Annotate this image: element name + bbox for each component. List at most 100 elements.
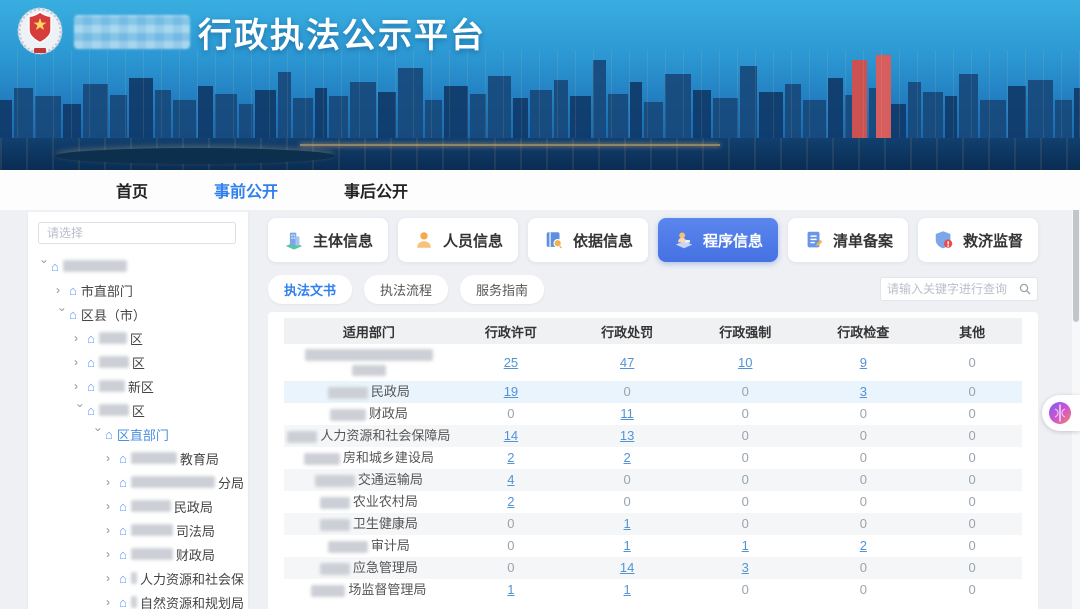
- count-cell[interactable]: 2: [454, 447, 568, 469]
- count-cell: 0: [454, 513, 568, 535]
- tree-item-bureau[interactable]: › ⌂ 民政局: [38, 494, 244, 518]
- home-icon: ⌂: [119, 476, 127, 489]
- table-row: 审计局 0 1 1 2 0: [284, 535, 1022, 557]
- department-cell: 场监督管理局: [284, 579, 454, 601]
- tree-item-city-root[interactable]: › ⌂: [38, 254, 244, 278]
- nav-home[interactable]: 首页: [112, 169, 152, 211]
- chevron-down-icon[interactable]: ›: [75, 404, 87, 417]
- column-header: 行政处罚: [568, 318, 686, 344]
- scrollbar-thumb[interactable]: [1073, 210, 1079, 322]
- count-cell[interactable]: 14: [568, 557, 686, 579]
- count-cell[interactable]: 2: [568, 447, 686, 469]
- table-row: 场监督管理局 1 1 0 0 0: [284, 579, 1022, 601]
- chevron-right-icon[interactable]: ›: [106, 500, 119, 512]
- chevron-right-icon[interactable]: ›: [74, 332, 87, 344]
- tree-item-district-departments[interactable]: › ⌂ 区直部门: [38, 422, 244, 446]
- tree-item-bureau[interactable]: › ⌂ 分局: [38, 470, 244, 494]
- tab-personnel-info[interactable]: 人员信息: [398, 218, 518, 262]
- chevron-right-icon[interactable]: ›: [56, 284, 69, 296]
- nav-post-disclosure[interactable]: 事后公开: [340, 169, 412, 211]
- chevron-down-icon[interactable]: ›: [57, 308, 69, 321]
- chevron-right-icon[interactable]: ›: [106, 452, 119, 464]
- redacted-text: [131, 548, 173, 560]
- chevron-right-icon[interactable]: ›: [106, 572, 119, 584]
- department-cell: 财政局: [284, 403, 454, 425]
- count-cell: 0: [804, 513, 922, 535]
- tab-relief-supervision[interactable]: 救济监督: [918, 218, 1038, 262]
- count-cell[interactable]: 1: [454, 579, 568, 601]
- column-header: 行政许可: [454, 318, 568, 344]
- tree-item-bureau[interactable]: › ⌂ 财政局: [38, 542, 244, 566]
- redacted-text: [63, 260, 127, 272]
- count-cell[interactable]: 1: [568, 513, 686, 535]
- tree-item-bureau[interactable]: › ⌂ 司法局: [38, 518, 244, 542]
- tree-item-districts[interactable]: › ⌂ 区县（市）: [38, 302, 244, 326]
- count-cell: 0: [454, 535, 568, 557]
- department-tree-sidebar: › ⌂ › ⌂ 市直部门 › ⌂ 区县（市） › ⌂ 区 ›: [28, 212, 248, 609]
- chevron-down-icon[interactable]: ›: [93, 428, 105, 441]
- count-cell: 0: [454, 403, 568, 425]
- count-cell[interactable]: 3: [804, 381, 922, 403]
- count-cell[interactable]: 1: [686, 535, 804, 557]
- tab-procedure-info[interactable]: 程序信息: [658, 218, 778, 262]
- chevron-right-icon[interactable]: ›: [74, 380, 87, 392]
- count-cell: 0: [804, 403, 922, 425]
- redacted-text: [99, 356, 129, 368]
- count-cell[interactable]: 4: [454, 469, 568, 491]
- tree-item-label: 民政局: [174, 497, 213, 516]
- tree-item-label: 新区: [128, 377, 154, 396]
- redacted-text: [99, 404, 129, 416]
- tree-item-district[interactable]: › ⌂ 区: [38, 398, 244, 422]
- count-cell[interactable]: 10: [686, 344, 804, 381]
- chevron-down-icon[interactable]: ›: [39, 260, 51, 273]
- count-cell[interactable]: 2: [454, 491, 568, 513]
- subtab-service-guide[interactable]: 服务指南: [460, 275, 544, 304]
- home-icon: ⌂: [119, 524, 127, 537]
- subtab-enforcement-process[interactable]: 执法流程: [364, 275, 448, 304]
- count-cell: 0: [804, 425, 922, 447]
- home-icon: ⌂: [105, 428, 113, 441]
- count-cell[interactable]: 3: [686, 557, 804, 579]
- search-icon[interactable]: [1019, 283, 1031, 295]
- nav-pre-disclosure[interactable]: 事前公开: [210, 169, 282, 211]
- count-cell: 0: [686, 403, 804, 425]
- tree-item-label: 市直部门: [81, 281, 133, 300]
- count-cell[interactable]: 25: [454, 344, 568, 381]
- count-cell: 0: [922, 425, 1022, 447]
- tab-basis-info[interactable]: 依据信息: [528, 218, 648, 262]
- home-icon: ⌂: [87, 356, 95, 369]
- chevron-right-icon[interactable]: ›: [106, 596, 119, 608]
- chevron-right-icon[interactable]: ›: [74, 356, 87, 368]
- home-icon: ⌂: [87, 380, 95, 393]
- tree-item-district[interactable]: › ⌂ 新区: [38, 374, 244, 398]
- count-cell[interactable]: 11: [568, 403, 686, 425]
- count-cell[interactable]: 14: [454, 425, 568, 447]
- department-cell: 民政局: [284, 381, 454, 403]
- tab-list-filing[interactable]: 清单备案: [788, 218, 908, 262]
- count-cell[interactable]: 19: [454, 381, 568, 403]
- tree-item-city-departments[interactable]: › ⌂ 市直部门: [38, 278, 244, 302]
- home-icon: ⌂: [69, 308, 77, 321]
- tree-item-label: 司法局: [176, 521, 215, 540]
- count-cell[interactable]: 13: [568, 425, 686, 447]
- chevron-right-icon[interactable]: ›: [106, 476, 119, 488]
- tab-subject-info[interactable]: 主体信息: [268, 218, 388, 262]
- subtab-enforcement-documents[interactable]: 执法文书: [268, 275, 352, 304]
- ai-assistant-button[interactable]: [1042, 395, 1080, 431]
- tree-item-bureau[interactable]: › ⌂ 教育局: [38, 446, 244, 470]
- chevron-right-icon[interactable]: ›: [106, 524, 119, 536]
- count-cell[interactable]: 9: [804, 344, 922, 381]
- platform-title-text: 行政执法公示平台: [198, 8, 486, 57]
- count-cell[interactable]: 47: [568, 344, 686, 381]
- keyword-search-input[interactable]: [887, 282, 1019, 296]
- tree-item-bureau[interactable]: › ⌂ 自然资源和规划局: [38, 590, 244, 609]
- tree-item-bureau[interactable]: › ⌂ 人力资源和社会保: [38, 566, 244, 590]
- tree-item-district[interactable]: › ⌂ 区: [38, 350, 244, 374]
- tree-filter-input[interactable]: [38, 222, 236, 244]
- count-cell[interactable]: 2: [804, 535, 922, 557]
- count-cell[interactable]: 1: [568, 535, 686, 557]
- chevron-right-icon[interactable]: ›: [106, 548, 119, 560]
- tree-item-district[interactable]: › ⌂ 区: [38, 326, 244, 350]
- table-row: 人力资源和社会保障局 14 13 0 0 0: [284, 425, 1022, 447]
- count-cell[interactable]: 1: [568, 579, 686, 601]
